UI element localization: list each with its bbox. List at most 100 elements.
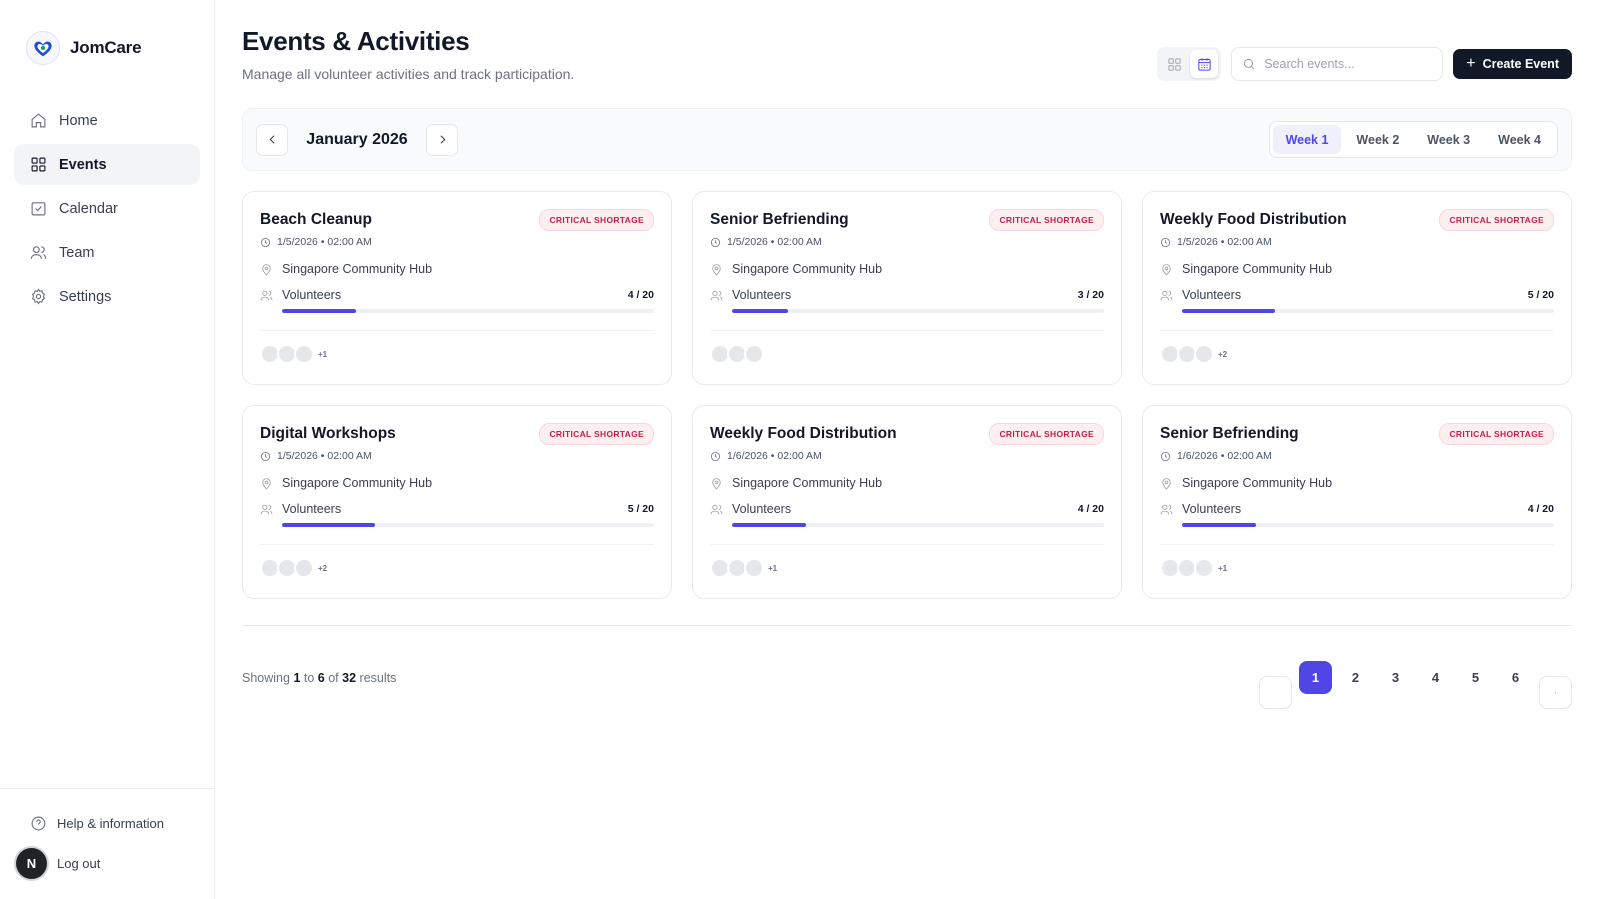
sidebar: JomCare Home Events Calendar Team Settin… [0,0,215,899]
page-button-3[interactable]: 3 [1379,661,1412,694]
sidebar-item-label: Calendar [59,200,118,217]
more-volunteers-count: +1 [318,349,328,359]
header-text: Events & Activities Manage all volunteer… [242,26,574,82]
event-title: Beach Cleanup [260,211,372,228]
tab-week-2[interactable]: Week 2 [1343,125,1412,154]
calendar-toolbar: January 2026 Week 1 Week 2 Week 3 Week 4 [242,108,1572,171]
calendar-view-button[interactable] [1190,50,1219,78]
volunteer-avatars[interactable]: +1 [710,558,1104,578]
event-location-text: Singapore Community Hub [1182,262,1333,276]
chevron-left-icon [1274,691,1276,694]
help-link[interactable]: Help & information [14,805,200,842]
event-location-text: Singapore Community Hub [282,262,433,276]
volunteer-row: Volunteers 5 / 20 [1160,288,1554,302]
volunteer-avatars[interactable] [710,344,1104,364]
month-navigator: January 2026 [256,123,458,156]
volunteer-avatar [294,344,314,364]
page-button-1[interactable]: 1 [1299,661,1332,694]
sidebar-item-calendar[interactable]: Calendar [14,188,200,229]
volunteer-count: 4 / 20 [1527,503,1554,515]
volunteer-row: Volunteers 4 / 20 [1160,502,1554,516]
volunteer-avatars[interactable]: +2 [1160,344,1554,364]
more-volunteers-count: +1 [1218,563,1228,573]
event-location-text: Singapore Community Hub [282,476,433,490]
tab-week-4[interactable]: Week 4 [1485,125,1554,154]
event-datetime-text: 1/5/2026 • 02:00 AM [1177,236,1272,248]
help-label: Help & information [57,816,164,831]
next-month-button[interactable] [426,123,458,156]
card-divider [1160,544,1554,545]
event-location: Singapore Community Hub [260,476,654,490]
logout-label: Log out [57,856,101,871]
volunteer-progress-bar [282,523,654,527]
event-datetime: 1/5/2026 • 02:00 AM [710,236,1104,248]
card-divider [260,544,654,545]
users-icon [30,246,47,259]
event-datetime: 1/5/2026 • 02:00 AM [1160,236,1554,248]
event-datetime: 1/5/2026 • 02:00 AM [260,450,654,462]
event-title: Weekly Food Distribution [710,425,897,442]
event-location: Singapore Community Hub [710,476,1104,490]
volunteer-count: 3 / 20 [1077,289,1104,301]
sidebar-item-home[interactable]: Home [14,100,200,141]
status-badge: CRITICAL SHORTAGE [989,209,1104,231]
search-input[interactable] [1264,57,1433,71]
event-card[interactable]: Senior Befriending CRITICAL SHORTAGE 1/5/2… [692,191,1122,385]
user-avatar[interactable]: N [16,848,47,879]
results-to: 6 [317,670,325,685]
event-grid: Beach Cleanup CRITICAL SHORTAGE 1/5/2026 •… [242,191,1572,599]
volunteer-avatar [1194,344,1214,364]
card-header: Beach Cleanup CRITICAL SHORTAGE [260,209,654,231]
users-icon [710,290,723,300]
clock-icon [260,451,271,461]
pager: 1 2 3 4 5 6 [1259,646,1572,709]
sidebar-item-label: Home [59,112,98,129]
volunteers-label: Volunteers [732,288,792,302]
header-actions: + Create Event [1157,47,1572,81]
event-card[interactable]: Beach Cleanup CRITICAL SHORTAGE 1/5/2026 •… [242,191,672,385]
search-box [1231,47,1444,81]
page-button-2[interactable]: 2 [1339,661,1372,694]
event-card[interactable]: Weekly Food Distribution CRITICAL SHORTAG… [692,405,1122,599]
main-content: Events & Activities Manage all volunteer… [215,0,1600,899]
volunteer-avatar [1194,558,1214,578]
event-datetime: 1/6/2026 • 02:00 AM [710,450,1104,462]
chevron-left-icon [269,135,275,144]
brand[interactable]: JomCare [0,0,214,70]
sidebar-item-settings[interactable]: Settings [14,276,200,317]
logout-link[interactable]: N Log out [14,842,200,885]
tab-week-1[interactable]: Week 1 [1272,125,1342,154]
results-of-word: of [328,670,339,685]
page-button-5[interactable]: 5 [1459,661,1492,694]
map-pin-icon [1162,477,1171,490]
volunteers-label: Volunteers [1182,502,1242,516]
next-page-button[interactable] [1539,676,1572,709]
page-subtitle: Manage all volunteer activities and trac… [242,66,575,82]
event-card[interactable]: Weekly Food Distribution CRITICAL SHORTAG… [1142,191,1572,385]
map-pin-icon [1162,263,1171,276]
search-icon [1244,58,1255,70]
sidebar-item-events[interactable]: Events [14,144,200,185]
volunteer-avatars[interactable]: +1 [1160,558,1554,578]
prev-month-button[interactable] [256,123,288,156]
create-event-label: Create Event [1482,57,1559,71]
tab-week-3[interactable]: Week 3 [1414,125,1483,154]
event-location: Singapore Community Hub [710,262,1104,276]
volunteer-label-group: Volunteers [260,502,341,516]
volunteer-count: 5 / 20 [1527,289,1554,301]
grid-view-button[interactable] [1160,50,1188,78]
page-title: Events & Activities [242,26,470,56]
volunteer-avatars[interactable]: +2 [260,558,654,578]
current-month: January 2026 [306,130,408,148]
create-event-button[interactable]: + Create Event [1453,49,1572,79]
event-card[interactable]: Senior Befriending CRITICAL SHORTAGE 1/6/2… [1142,405,1572,599]
sidebar-item-team[interactable]: Team [14,232,200,273]
help-circle-icon [31,816,46,831]
page-button-4[interactable]: 4 [1419,661,1452,694]
page-button-6[interactable]: 6 [1499,661,1532,694]
volunteer-avatar [294,558,314,578]
volunteer-avatars[interactable]: +1 [260,344,654,364]
event-datetime-text: 1/5/2026 • 02:00 AM [277,236,372,248]
prev-page-button[interactable] [1259,676,1292,709]
event-card[interactable]: Digital Workshops CRITICAL SHORTAGE 1/5/20… [242,405,672,599]
